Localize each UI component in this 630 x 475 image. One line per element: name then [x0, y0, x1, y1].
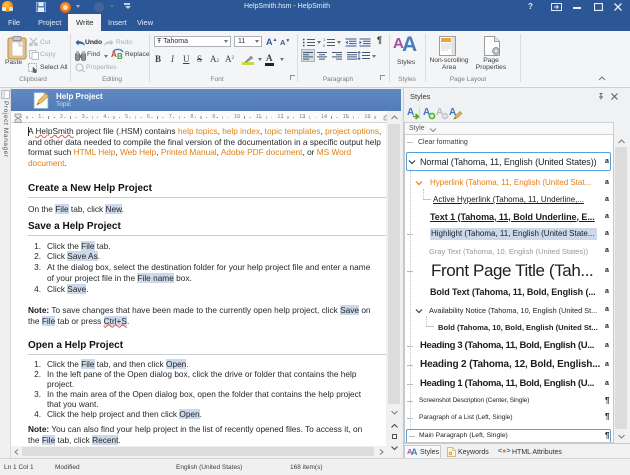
- svg-text:2: 2: [323, 43, 326, 47]
- svg-text:1: 1: [323, 38, 326, 42]
